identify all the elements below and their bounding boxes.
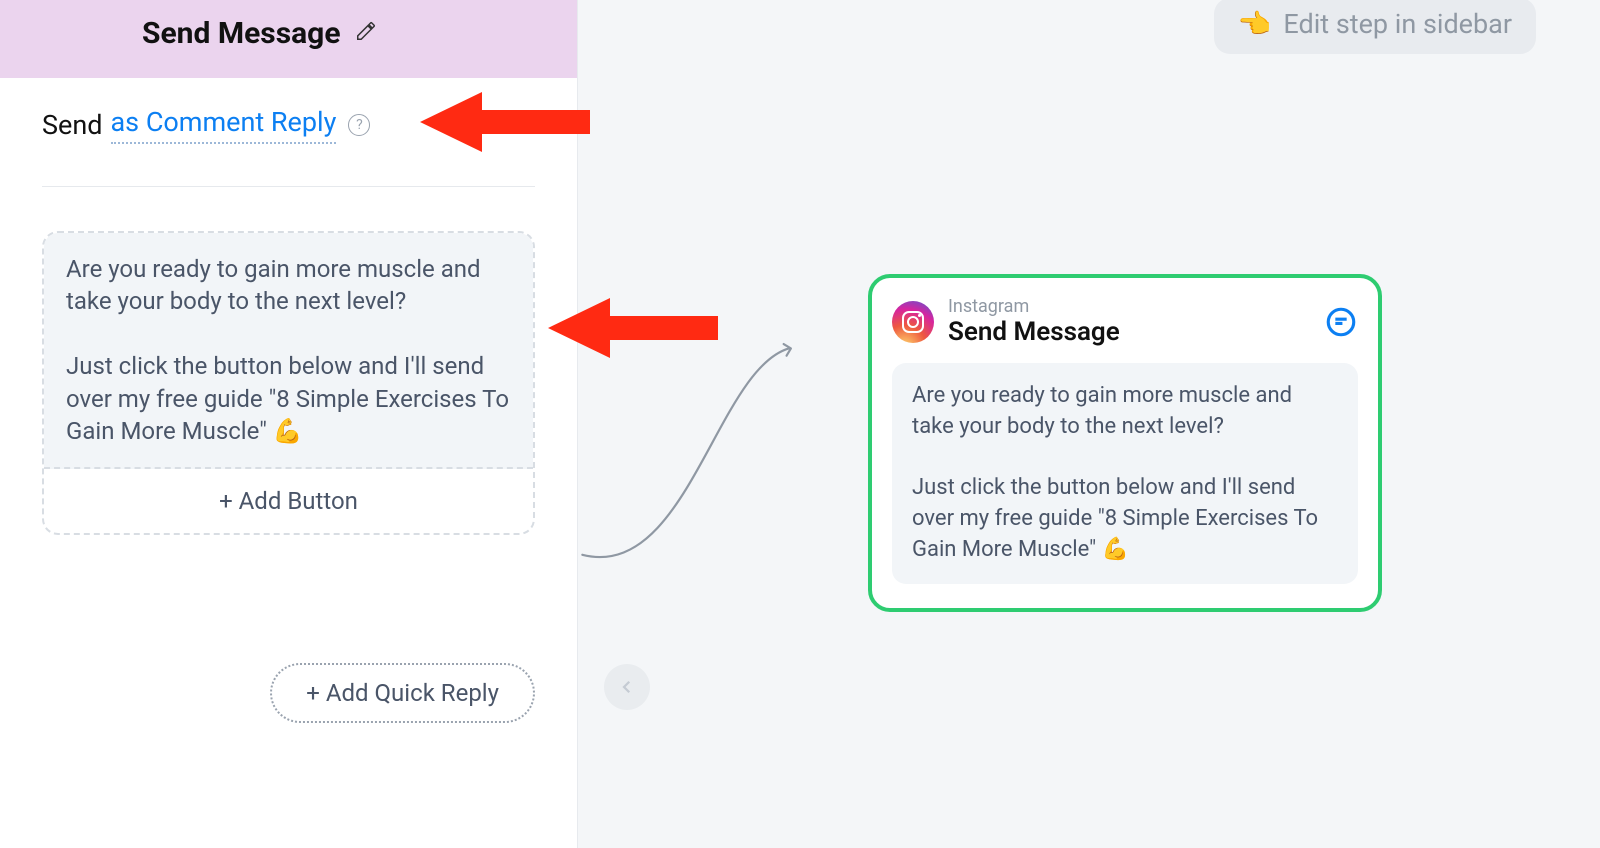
instagram-icon [892,301,934,343]
divider [42,186,535,187]
sidebar-title: Send Message [142,16,341,51]
message-block: Are you ready to gain more muscle and ta… [42,231,535,535]
chat-bubble-icon [1324,305,1358,339]
pointing-hand-icon: 👈 [1238,8,1272,40]
add-button[interactable]: + Add Button [44,469,533,533]
add-quick-reply-button[interactable]: + Add Quick Reply [270,663,535,723]
node-title: Send Message [948,317,1120,347]
message-text-input[interactable]: Are you ready to gain more muscle and ta… [44,233,533,469]
node-header: Instagram Send Message [892,296,1358,347]
canvas-back-button[interactable] [604,664,650,710]
help-icon[interactable]: ? [348,114,370,136]
flow-node-send-message[interactable]: Instagram Send Message Are you ready to … [868,274,1382,612]
send-prefix: Send [42,109,103,141]
editor-sidebar: Send Message Send as Comment Reply ? Are… [0,0,578,848]
edit-step-hint-label: Edit step in sidebar [1283,8,1512,40]
node-message-preview: Are you ready to gain more muscle and ta… [892,363,1358,584]
node-platform-label: Instagram [948,296,1120,317]
sidebar-header: Send Message [0,0,577,78]
send-mode-link[interactable]: as Comment Reply [111,106,337,144]
send-mode-row: Send as Comment Reply ? [42,106,535,154]
pencil-icon[interactable] [355,20,377,46]
sidebar-body: Send as Comment Reply ? Are you ready to… [0,78,577,627]
flow-canvas[interactable]: 👈 Edit step in sidebar Instagram Send Me… [578,0,1600,848]
edit-step-hint[interactable]: 👈 Edit step in sidebar [1214,0,1536,54]
